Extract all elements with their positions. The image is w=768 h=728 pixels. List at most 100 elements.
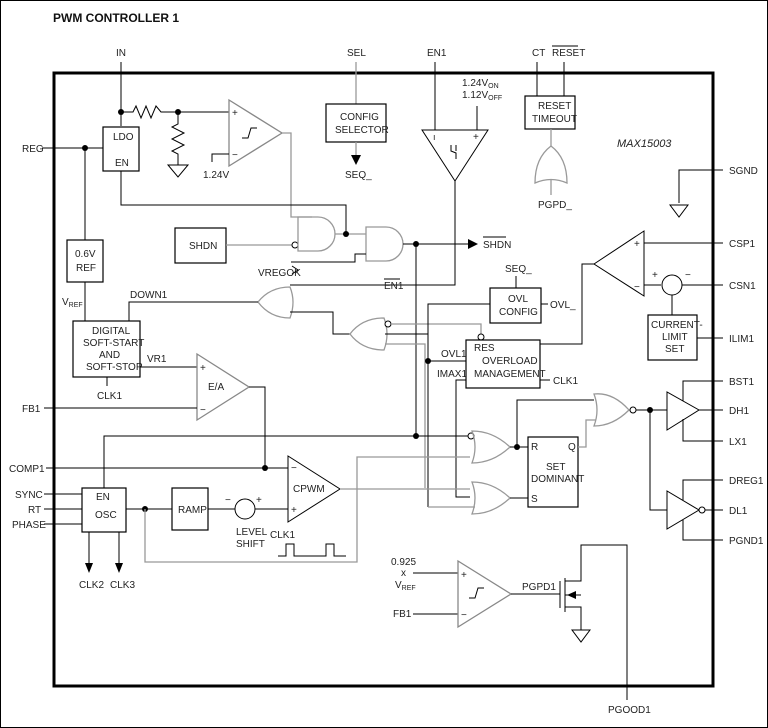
svg-text:SOFT-START: SOFT-START	[83, 338, 144, 349]
pin-en1: EN1	[427, 48, 447, 59]
svg-text:DIGITAL: DIGITAL	[92, 326, 131, 337]
svg-text:CURRENT-: CURRENT-	[651, 320, 703, 331]
svg-text:IMAX1: IMAX1	[437, 369, 467, 380]
svg-text:S: S	[531, 494, 538, 505]
svg-text:+: +	[652, 270, 658, 281]
svg-text:REF: REF	[76, 263, 96, 274]
pin-bst1: BST1	[729, 377, 754, 388]
svg-text:OVL: OVL	[508, 294, 528, 305]
svg-text:CLK1: CLK1	[553, 376, 578, 387]
or-gate	[534, 145, 568, 184]
block-diagram: PWM CONTROLLER 1 MAX15003 IN SEL EN1 CT …	[9, 11, 764, 716]
svg-text:DOMINANT: DOMINANT	[531, 474, 584, 485]
svg-text:MANAGEMENT: MANAGEMENT	[474, 369, 546, 380]
pin-pgnd1: PGND1	[729, 536, 764, 547]
svg-text:CPWM: CPWM	[293, 484, 325, 495]
svg-text:+: +	[634, 239, 640, 250]
svg-text:VREF: VREF	[62, 297, 83, 309]
svg-text:OVERLOAD: OVERLOAD	[482, 356, 538, 367]
svg-text:−: −	[232, 150, 238, 161]
hysteresis-icon	[450, 145, 457, 159]
svg-text:CLK2: CLK2	[79, 580, 104, 591]
svg-text:PGPD_: PGPD_	[538, 200, 572, 211]
pin-ilim1: ILIM1	[729, 334, 754, 345]
ground-icon	[669, 204, 689, 218]
svg-text:RAMP: RAMP	[178, 505, 207, 516]
config-selector-block	[325, 103, 387, 143]
svg-text:EN1: EN1	[384, 281, 404, 292]
svg-text:SELECTOR: SELECTOR	[335, 125, 389, 136]
pin-lx1: LX1	[729, 437, 747, 448]
svg-text:SET: SET	[546, 462, 565, 473]
svg-text:RES: RES	[474, 343, 495, 354]
pin-phase: PHASE	[12, 520, 46, 531]
svg-text:R: R	[531, 442, 538, 453]
clock-waveform	[278, 543, 346, 557]
or-gate-fault	[349, 317, 388, 351]
svg-text:LDO: LDO	[113, 132, 134, 143]
svg-text:EN: EN	[115, 158, 129, 169]
part-number: MAX15003	[617, 138, 672, 150]
arrow-right-icon	[468, 239, 478, 249]
svg-text:OSC: OSC	[95, 510, 117, 521]
pin-in: IN	[116, 48, 126, 59]
pin-csp1: CSP1	[729, 239, 756, 250]
svg-text:VREGOK: VREGOK	[258, 268, 301, 279]
pin-ct: CT	[532, 48, 545, 59]
inverter-bubble	[698, 506, 706, 514]
inverter-bubble	[384, 320, 392, 328]
pin-reset: RESET	[552, 48, 585, 59]
pin-sel: SEL	[347, 48, 366, 59]
pin-dh1: DH1	[729, 406, 749, 417]
inverter-bubble	[291, 241, 299, 249]
arrow-down-icon	[351, 155, 361, 165]
svg-text:CLK1: CLK1	[270, 530, 295, 541]
svg-text:+: +	[200, 363, 206, 374]
svg-text:OVL_: OVL_	[550, 300, 576, 311]
svg-text:+: +	[232, 108, 238, 119]
svg-text:SET: SET	[665, 344, 684, 355]
or-gate-reset	[471, 430, 511, 464]
svg-text:0.925: 0.925	[391, 557, 416, 568]
inverter-bubble	[477, 333, 485, 341]
level-shift-node	[234, 498, 256, 520]
svg-text:−: −	[291, 463, 297, 474]
svg-text:SOFT-STOP: SOFT-STOP	[86, 362, 143, 373]
svg-text:ı: ı	[433, 132, 436, 142]
ref-block	[66, 239, 104, 283]
diagram-title: PWM CONTROLLER 1	[53, 11, 179, 25]
svg-text:CLK3: CLK3	[110, 580, 135, 591]
svg-text:OVL1: OVL1	[441, 349, 467, 360]
svg-text:TIMEOUT: TIMEOUT	[532, 114, 577, 125]
svg-text:1.24V: 1.24V	[203, 170, 229, 181]
svg-text:−: −	[200, 405, 206, 416]
pin-reg: REG	[22, 144, 44, 155]
ground-icon	[166, 164, 190, 178]
svg-text:+: +	[256, 495, 262, 506]
pin-fb1: FB1	[22, 404, 41, 415]
or-gate-down1	[257, 286, 294, 319]
svg-text:+: +	[473, 132, 479, 143]
svg-text:FB1: FB1	[393, 609, 412, 620]
svg-text:RESET: RESET	[538, 101, 571, 112]
svg-text:x: x	[401, 568, 406, 579]
svg-text:0.6V: 0.6V	[75, 249, 96, 260]
svg-text:−: −	[461, 610, 467, 621]
and-gate-1	[297, 216, 336, 252]
svg-text:DOWN1: DOWN1	[130, 290, 168, 301]
svg-text:EN: EN	[96, 492, 110, 503]
pin-dreg1: DREG1	[729, 476, 764, 487]
svg-text:SHIFT: SHIFT	[236, 539, 265, 550]
svg-text:E/A: E/A	[208, 382, 224, 393]
pin-rt: RT	[28, 505, 41, 516]
svg-text:+: +	[291, 505, 297, 516]
svg-text:LEVEL: LEVEL	[236, 527, 268, 538]
svg-text:VR1: VR1	[147, 354, 167, 365]
chip-outline	[52, 71, 715, 688]
svg-text:AND: AND	[99, 350, 120, 361]
svg-text:LIMIT: LIMIT	[662, 332, 688, 343]
and-gate-2	[365, 226, 404, 262]
svg-text:CLK1: CLK1	[97, 391, 122, 402]
or-gate-set	[471, 481, 511, 515]
svg-text:Q: Q	[568, 442, 576, 453]
